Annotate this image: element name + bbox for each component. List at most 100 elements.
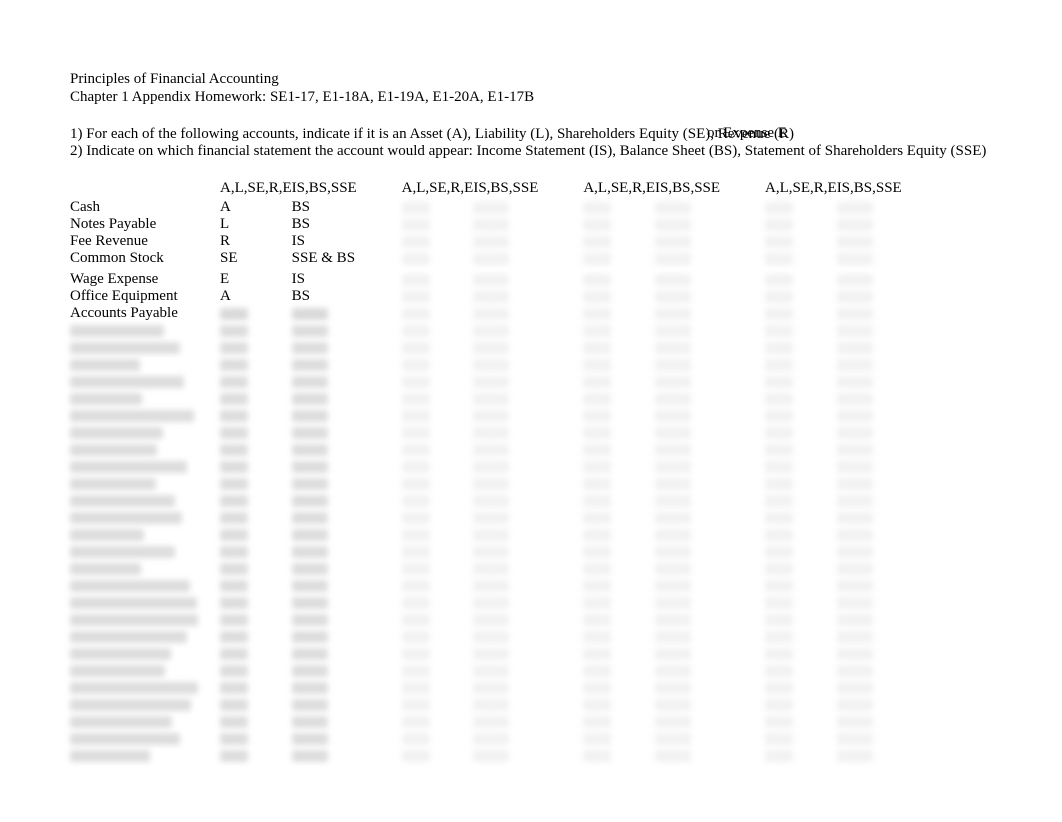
table-row-blurred — [70, 645, 907, 662]
type-2 — [402, 216, 474, 233]
table-row-blurred — [70, 322, 907, 339]
type-2 — [402, 271, 474, 288]
table-row: Notes PayableLBS — [70, 216, 907, 233]
type-4 — [765, 216, 837, 233]
type-4 — [765, 288, 837, 305]
col-header-type-4: A,L,SE,R,E — [765, 180, 837, 199]
type-1: A — [220, 199, 292, 216]
table-row-blurred — [70, 526, 907, 543]
type-4 — [765, 271, 837, 288]
type-2 — [402, 305, 474, 322]
account-name: Notes Payable — [70, 216, 220, 233]
accounts-table: A,L,SE,R,E IS,BS,SSE A,L,SE,R,E IS,BS,SS… — [70, 180, 907, 764]
type-4 — [765, 199, 837, 216]
doc-subtitle: Chapter 1 Appendix Homework: SE1-17, E1-… — [70, 88, 1062, 106]
table-row-blurred — [70, 458, 907, 475]
table-row-blurred — [70, 424, 907, 441]
col-header-type-3: A,L,SE,R,E — [583, 180, 655, 199]
table-row-blurred — [70, 339, 907, 356]
doc-title: Principles of Financial Accounting — [70, 70, 1062, 88]
table-row-blurred — [70, 356, 907, 373]
instruction-1-overlap: or Expense E — [707, 125, 787, 142]
account-name: Cash — [70, 199, 220, 216]
stmt-4 — [837, 271, 907, 288]
table-row-blurred — [70, 373, 907, 390]
table-row: Fee RevenueRIS — [70, 233, 907, 250]
type-3 — [583, 250, 655, 267]
stmt-1: IS — [292, 233, 382, 250]
type-2 — [402, 233, 474, 250]
account-name: Wage Expense — [70, 271, 220, 288]
table-header-row: A,L,SE,R,E IS,BS,SSE A,L,SE,R,E IS,BS,SS… — [70, 180, 907, 199]
table-row: Accounts Payable — [70, 305, 907, 322]
table-row-blurred — [70, 407, 907, 424]
type-1: SE — [220, 250, 292, 267]
table-row-blurred — [70, 509, 907, 526]
table-row: Common StockSESSE & BS — [70, 250, 907, 267]
stmt-1: IS — [292, 271, 382, 288]
table-row-blurred — [70, 594, 907, 611]
stmt-4 — [837, 233, 907, 250]
col-header-stmt-1: IS,BS,SSE — [292, 180, 382, 199]
stmt-4 — [837, 250, 907, 267]
stmt-2 — [473, 233, 563, 250]
table-row-blurred — [70, 390, 907, 407]
type-3 — [583, 233, 655, 250]
type-1: A — [220, 288, 292, 305]
type-2 — [402, 288, 474, 305]
stmt-2 — [473, 250, 563, 267]
stmt-2 — [473, 216, 563, 233]
stmt-3 — [655, 250, 745, 267]
account-name: Accounts Payable — [70, 305, 220, 322]
table-row-blurred — [70, 560, 907, 577]
table-row-blurred — [70, 662, 907, 679]
stmt-4 — [837, 199, 907, 216]
stmt-1 — [292, 305, 382, 322]
type-3 — [583, 305, 655, 322]
type-4 — [765, 233, 837, 250]
table-row: CashABS — [70, 199, 907, 216]
stmt-1: BS — [292, 199, 382, 216]
stmt-4 — [837, 305, 907, 322]
type-2 — [402, 250, 474, 267]
table-row-blurred — [70, 679, 907, 696]
stmt-2 — [473, 305, 563, 322]
type-1 — [220, 305, 292, 322]
stmt-1: BS — [292, 216, 382, 233]
col-header-type-1: A,L,SE,R,E — [220, 180, 292, 199]
stmt-3 — [655, 216, 745, 233]
type-3 — [583, 271, 655, 288]
account-name: Common Stock — [70, 250, 220, 267]
stmt-3 — [655, 271, 745, 288]
table-row-blurred — [70, 475, 907, 492]
stmt-1: SSE & BS — [292, 250, 382, 267]
table-row: Wage ExpenseEIS — [70, 271, 907, 288]
type-2 — [402, 199, 474, 216]
type-1: R — [220, 233, 292, 250]
table-row-blurred — [70, 611, 907, 628]
table-row-blurred — [70, 492, 907, 509]
accounts-table-wrap: A,L,SE,R,E IS,BS,SSE A,L,SE,R,E IS,BS,SS… — [70, 180, 1062, 764]
document-page: Principles of Financial Accounting Chapt… — [0, 0, 1062, 764]
table-row-blurred — [70, 696, 907, 713]
stmt-1: BS — [292, 288, 382, 305]
table-row-blurred — [70, 747, 907, 764]
stmt-3 — [655, 233, 745, 250]
stmt-2 — [473, 288, 563, 305]
table-row-blurred — [70, 628, 907, 645]
type-1: E — [220, 271, 292, 288]
stmt-4 — [837, 216, 907, 233]
table-row-blurred — [70, 577, 907, 594]
account-name: Fee Revenue — [70, 233, 220, 250]
stmt-3 — [655, 288, 745, 305]
col-header-type-2: A,L,SE,R,E — [402, 180, 474, 199]
instruction-1: 1) For each of the following accounts, i… — [70, 126, 1062, 143]
type-4 — [765, 250, 837, 267]
table-row: Office EquipmentABS — [70, 288, 907, 305]
table-row-blurred — [70, 713, 907, 730]
type-3 — [583, 216, 655, 233]
stmt-3 — [655, 305, 745, 322]
stmt-4 — [837, 288, 907, 305]
type-4 — [765, 305, 837, 322]
col-header-stmt-3: IS,BS,SSE — [655, 180, 745, 199]
